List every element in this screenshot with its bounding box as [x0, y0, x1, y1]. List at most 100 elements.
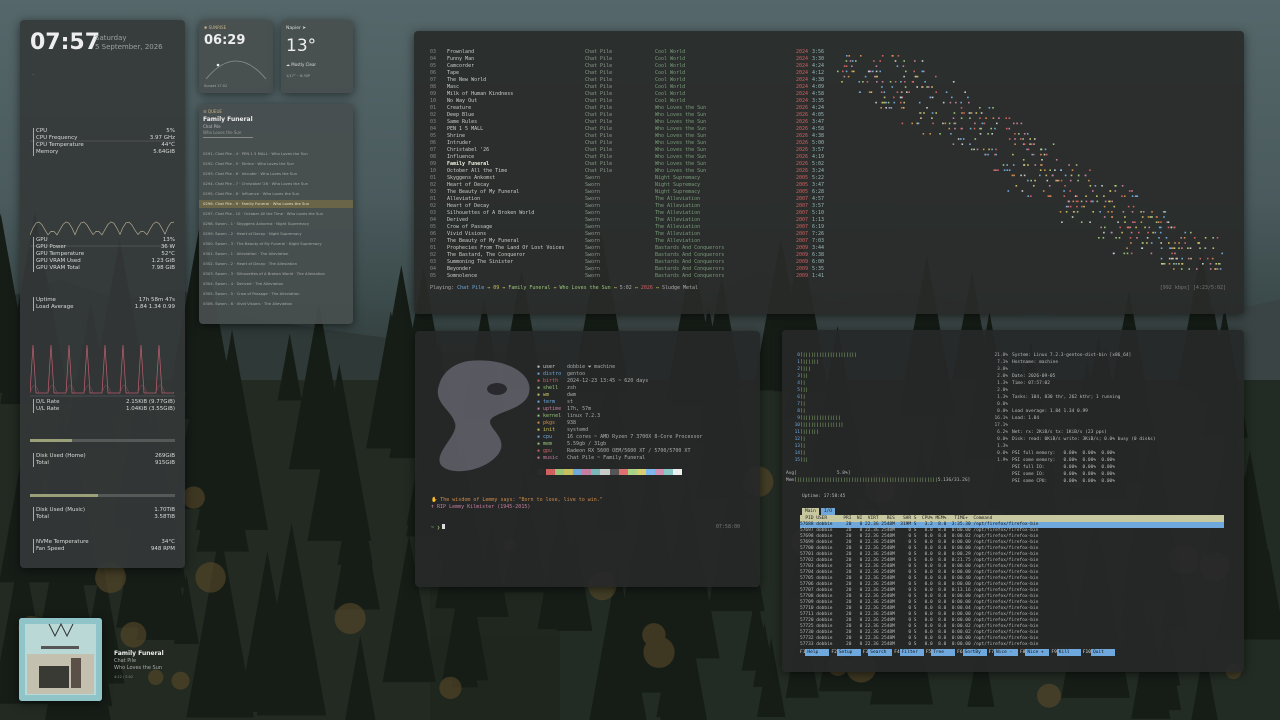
shell-prompt[interactable]: ~ ❯ [431, 524, 446, 532]
track-row[interactable]: 03 Silhouettes of A Broken World Sworn The … [414, 210, 834, 217]
track-row[interactable]: 09 Milk of Human Kindness Chat Pile Cool Wo… [414, 91, 834, 98]
track-row[interactable]: 10 October All the Time Chat Pile Who Loves… [414, 168, 834, 175]
fkey-action-button[interactable]: Filter [899, 649, 924, 656]
fkey-action-button[interactable]: Tree [931, 649, 956, 656]
htop-tab-io[interactable]: I/O [820, 508, 835, 515]
track-row[interactable]: 05 Shrine Chat Pile Who Loves the Sun 2026 4:… [414, 133, 834, 140]
track-row[interactable]: 04 Derived Sworn The Alleviation 2007 1:13 [414, 217, 834, 224]
fkey-action-button[interactable]: SortBy [962, 649, 987, 656]
fkey-action-button[interactable]: Nice - [993, 649, 1018, 656]
track-row[interactable]: 09 Family Funeral Chat Pile Who Loves the S… [414, 161, 834, 168]
queue-item[interactable]: 0306. Sworn - 6 · Vivid Visions · The Al… [199, 300, 353, 308]
visualizer-dot [916, 122, 919, 125]
queue-item[interactable]: 0295. Chat Pile - 8 · Influence · Who Lo… [199, 190, 353, 198]
track-row[interactable]: 07 The New World Chat Pile Cool World 2024 4:… [414, 77, 834, 84]
queue-item[interactable]: 0301. Sworn - 1 · Alleviation · The Alle… [199, 250, 353, 258]
track-year: 2009 [796, 245, 809, 251]
album-art[interactable] [19, 618, 102, 701]
track-row[interactable]: 05 Crow of Passage Sworn The Alleviation 200… [414, 224, 834, 231]
bulb-icon: ✋ [431, 497, 441, 503]
gpu-stat-value: 13% [162, 237, 175, 243]
track-row[interactable]: 01 Alleviation Sworn The Alleviation 2007 4:5… [414, 196, 834, 203]
queue-item[interactable]: 0303. Sworn - 3 · Silhouettes of A Broke… [199, 270, 353, 278]
track-row[interactable]: 03 Same Rules Chat Pile Who Loves the Sun 20… [414, 119, 834, 126]
visualizer-dot [1219, 263, 1221, 265]
queue-item[interactable]: 0294. Chat Pile - 7 · Christabel '26 · W… [199, 180, 353, 188]
fkey-action-button[interactable]: Kill [1056, 649, 1081, 656]
visualizer-dot [950, 133, 952, 135]
fetch-terminal-window[interactable]: ▪ user dobbie ❤ machine ▪ distro gentoo ▪ bi… [415, 331, 760, 587]
track-row[interactable]: 08 Influence Chat Pile Who Loves the Sun 202… [414, 154, 834, 161]
fetch-key: shell [543, 385, 559, 391]
track-row[interactable]: 01 Creature Chat Pile Who Loves the Sun 2026… [414, 105, 834, 112]
cpu-core-index: 4 [797, 381, 800, 386]
track-row[interactable]: 02 Heart of Decay Sworn Night Supremacy 2005… [414, 182, 834, 189]
queue-item[interactable]: 0296. Chat Pile - 9 · Family Funeral · W… [199, 200, 353, 208]
visualizer-dot [852, 70, 855, 73]
track-row[interactable]: 07 The Beauty of My Funeral Sworn The Allev… [414, 238, 834, 245]
fkey-action-button[interactable]: Quit [1090, 649, 1115, 656]
cpu-core-percent: 0.0% [997, 409, 1008, 414]
autumn-foliage-shape [643, 636, 675, 668]
track-row[interactable]: 02 Deep Blue Chat Pile Who Loves the Sun 202… [414, 112, 834, 119]
track-row[interactable]: 10 No Way Out Chat Pile Cool World 2024 3:35 [414, 98, 834, 105]
visualizer-dot [872, 70, 874, 73]
visualizer-dot [880, 91, 883, 93]
fkey-action-button[interactable]: Nice + [1025, 649, 1050, 656]
visualizer-dot [1008, 138, 1011, 140]
visualizer-dot [1141, 247, 1144, 249]
track-row[interactable]: 04 PEN 1 5 MALL Chat Pile Who Loves the Sun… [414, 126, 834, 133]
track-row[interactable]: 06 Vivid Visions Sworn The Alleviation 2007 7… [414, 231, 834, 238]
fkey-action-button[interactable]: Help [805, 649, 830, 656]
visualizer-dot [1123, 252, 1126, 255]
cpu-core-index: 12 [794, 437, 800, 442]
track-row[interactable]: 04 Funny Man Chat Pile Cool World 2024 3:30 [414, 56, 834, 63]
track-row[interactable]: 08 Masc Chat Pile Cool World 2024 4:09 [414, 84, 834, 91]
cpu-core-meter: 5[|| 2.0% [786, 387, 1008, 394]
queue-item[interactable]: 0302. Sworn - 2 · Heart of Decay · The A… [199, 260, 353, 268]
queue-item[interactable]: 0304. Sworn - 4 · Derived · The Alleviat… [199, 280, 353, 288]
hardware-stat-value: 948 RPM [150, 546, 175, 552]
track-artist: Chat Pile [585, 133, 613, 139]
queue-item[interactable]: 0291. Chat Pile - 4 · PEN 1 5 MALL · Who… [199, 150, 353, 158]
cpu-core-index: 1 [797, 360, 800, 365]
hardware-stat-row: Fan Speed 948 RPM [30, 546, 175, 553]
track-length: 5:10 [812, 210, 825, 216]
queue-item[interactable]: 0299. Sworn - 2 · Heart of Decay · Night… [199, 230, 353, 238]
track-row[interactable]: 07 Christabel '26 Chat Pile Who Loves the S… [414, 147, 834, 154]
fetch-info-row: ▪ mem 5.59gb / 31gb [537, 441, 606, 448]
track-row[interactable]: 02 Heart of Decay Sworn The Alleviation 2007… [414, 203, 834, 210]
track-row[interactable]: 06 Intruder Chat Pile Who Loves the Sun 2026… [414, 140, 834, 147]
track-row[interactable]: 01 Skyggens Ankomst Sworn Night Supremacy 20… [414, 175, 834, 182]
music-player-window[interactable]: 03 Frownland Chat Pile Cool World 2024 3:56 04… [414, 31, 1244, 314]
fkey-action-button[interactable]: Search [868, 649, 893, 656]
queue-item[interactable]: 0305. Sworn - 5 · Crow of Passage · The … [199, 290, 353, 298]
queue-item[interactable]: 0292. Chat Pile - 5 · Shrine · Who Loves… [199, 160, 353, 168]
fetch-value: Radeon RX 5600 OEM/5600 XT / 5700/5700 X… [567, 448, 691, 454]
process-row[interactable]: 57733 dobbie 20 0 22.3G 2548M 0 S 0.0 8.… [800, 642, 1224, 648]
cpu-core-percent: 0.0% [997, 437, 1008, 442]
cpu-stat-row: CPU Frequency 3.97 GHz [30, 135, 175, 142]
track-row[interactable]: 02 The Bastard, The Conqueror Sworn Bastard… [414, 252, 834, 259]
queue-item[interactable]: 0300. Sworn - 3 · The Beauty of My Funer… [199, 240, 353, 248]
track-row[interactable]: 06 Tape Chat Pile Cool World 2024 4:12 [414, 70, 834, 77]
htop-tab-main[interactable]: Main [802, 508, 819, 515]
palette-swatch [564, 469, 574, 475]
queue-item[interactable]: 0293. Chat Pile - 6 · Intruder · Who Lov… [199, 170, 353, 178]
visualizer-dot [1146, 242, 1148, 244]
visualizer-dot [1168, 263, 1171, 265]
track-length: 5:22 [812, 175, 825, 181]
track-row[interactable]: 03 The Beauty of My Funeral Sworn Night Sup… [414, 189, 834, 196]
track-row[interactable]: 04 Beyonder Sworn Bastards And Conquerors 20… [414, 266, 834, 273]
visualizer-dot [1221, 252, 1223, 255]
track-row[interactable]: 05 Camcorder Chat Pile Cool World 2024 4:24 [414, 63, 834, 70]
track-row[interactable]: 03 Summoning The Sinister Sworn Bastards An… [414, 259, 834, 266]
track-row[interactable]: 05 Somnolence Sworn Bastards And Conquerors… [414, 273, 834, 280]
fkey-action-button[interactable]: Setup [836, 649, 861, 656]
track-row[interactable]: 01 Prophecies From The Land Of Lost Voice… [414, 245, 834, 252]
track-row[interactable]: 03 Frownland Chat Pile Cool World 2024 3:56 [414, 49, 834, 56]
htop-window[interactable]: 0[|||||||||||||||||||| 21.8% 1[|||||| 7.1% 2… [782, 330, 1244, 672]
track-artist: Chat Pile [585, 168, 613, 174]
queue-item[interactable]: 0298. Sworn - 1 · Skyggens Ankomst · Nig… [199, 220, 353, 228]
queue-item[interactable]: 0297. Chat Pile - 10 · October All the T… [199, 210, 353, 218]
